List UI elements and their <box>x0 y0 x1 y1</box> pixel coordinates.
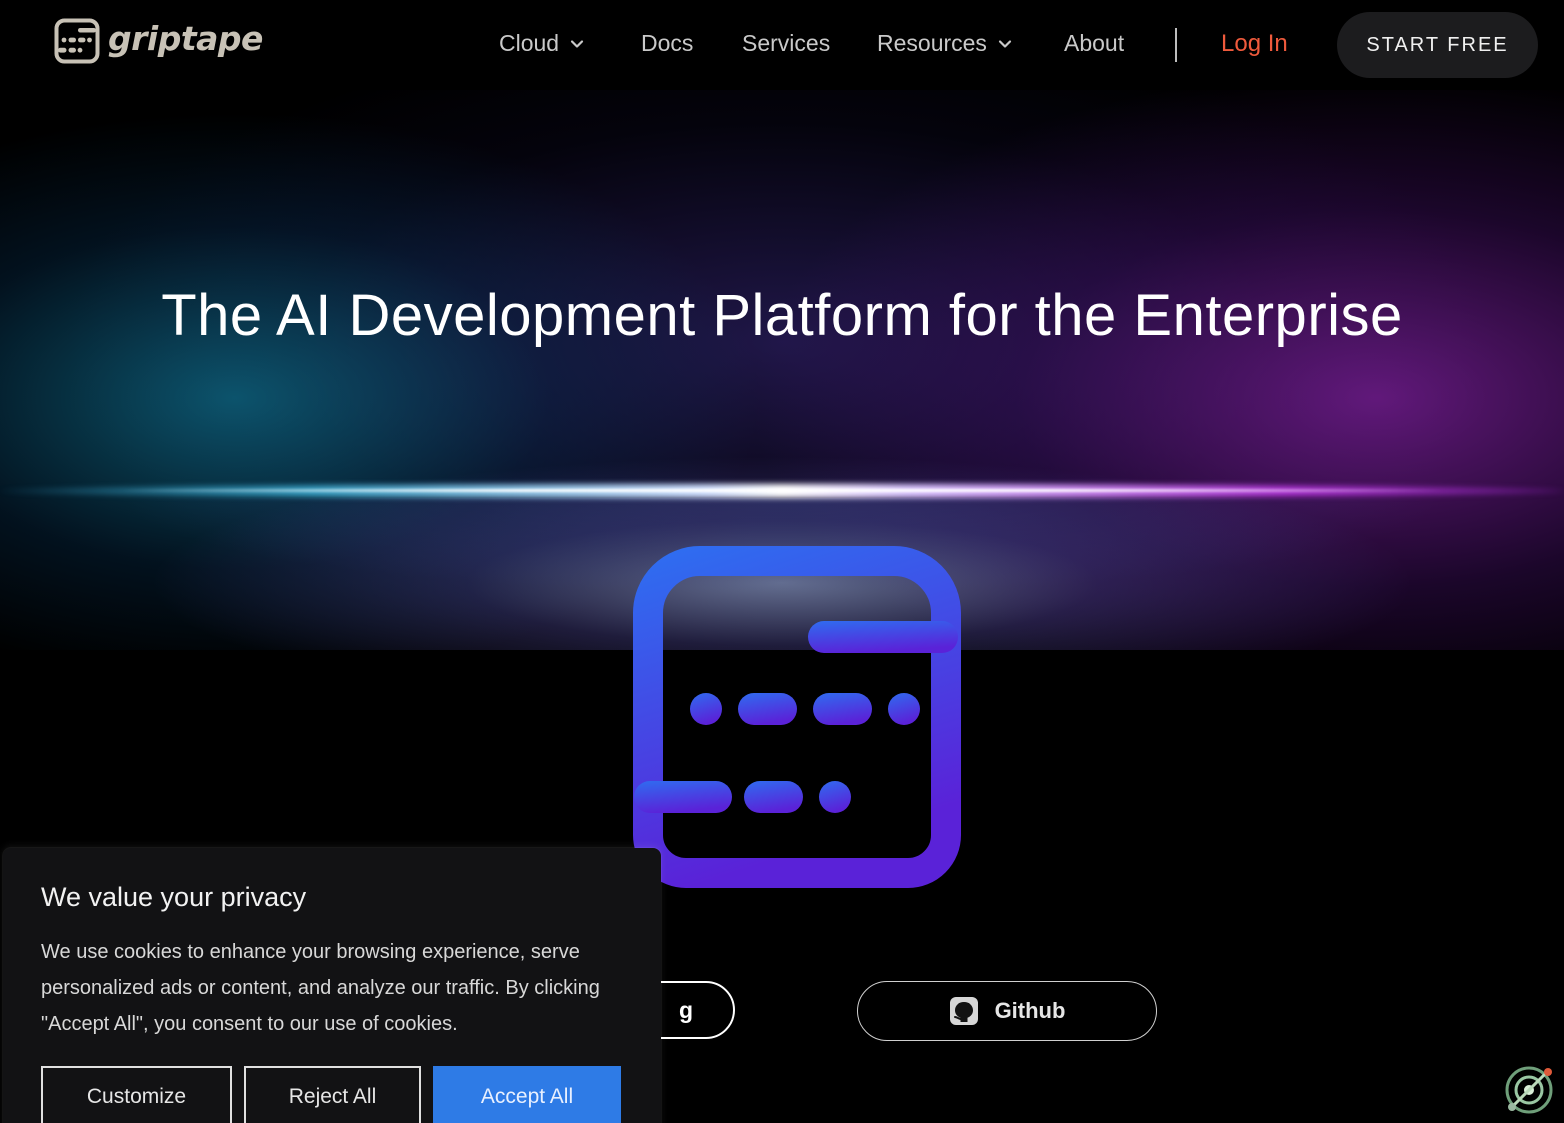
page: griptape Cloud Docs Services Resources A… <box>0 0 1564 1123</box>
nav-divider <box>1175 28 1177 62</box>
reject-all-button[interactable]: Reject All <box>244 1066 421 1123</box>
nav-item-label: About <box>1064 30 1125 56</box>
cookie-text: We use cookies to enhance your browsing … <box>41 941 600 1035</box>
start-free-button[interactable]: START FREE <box>1337 12 1538 78</box>
hero-horizon-core <box>120 489 1444 492</box>
nav-item-label: Cloud <box>499 30 560 56</box>
griptape-hero-logo-icon <box>633 546 961 888</box>
login-link[interactable]: Log In <box>1221 30 1288 58</box>
github-button-label: Github <box>994 998 1066 1023</box>
nav-item-resources[interactable]: Resources <box>877 30 1013 57</box>
nav-item-services[interactable]: Services <box>742 30 830 57</box>
nav-item-label: Docs <box>641 30 694 56</box>
nav-item-docs[interactable]: Docs <box>641 30 693 57</box>
chevron-down-icon <box>998 39 1012 48</box>
nav-item-about[interactable]: About <box>1064 30 1124 57</box>
github-button[interactable]: Github <box>857 981 1157 1041</box>
cookie-consent-banner: We value your privacy We use cookies to … <box>3 848 661 1123</box>
site-header: griptape Cloud Docs Services Resources A… <box>0 0 1564 92</box>
cta-left-label: g <box>678 996 694 1023</box>
customize-button[interactable]: Customize <box>41 1066 232 1123</box>
nav-item-label: Services <box>742 30 831 56</box>
github-icon <box>949 997 978 1025</box>
nav-item-label: Resources <box>877 30 987 56</box>
nav-item-cloud[interactable]: Cloud <box>499 30 585 57</box>
hero-title: The AI Development Platform for the Ente… <box>161 283 1403 348</box>
chevron-down-icon <box>571 39 584 48</box>
accessibility-widget-icon[interactable] <box>1502 1063 1556 1117</box>
cookie-title: We value your privacy <box>41 882 307 912</box>
accept-all-button[interactable]: Accept All <box>433 1066 621 1123</box>
main-nav: Cloud Docs Services Resources About Log … <box>0 0 1564 92</box>
